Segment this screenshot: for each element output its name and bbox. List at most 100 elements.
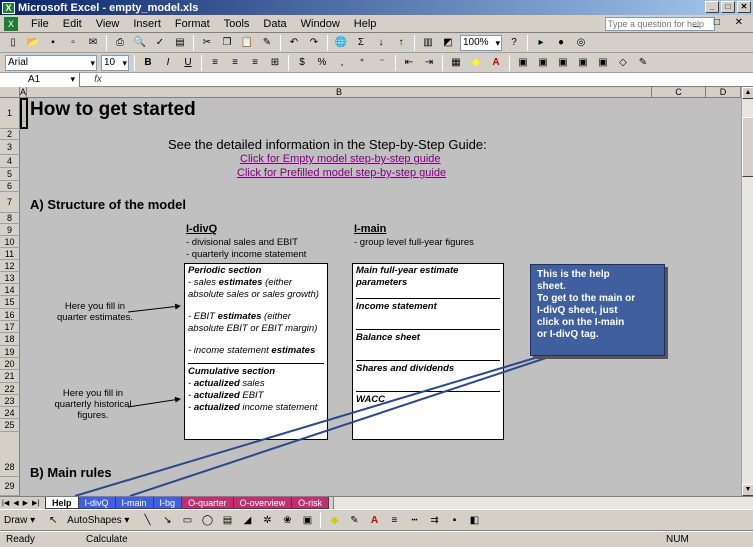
horizontal-scrollbar[interactable] (333, 497, 753, 509)
toolbar-extra-4-icon[interactable]: ▣ (575, 55, 591, 71)
clipart-icon[interactable]: ❀ (279, 512, 295, 528)
name-box[interactable]: A1 (0, 72, 80, 87)
picture-icon[interactable]: ▣ (299, 512, 315, 528)
sort-desc-icon[interactable]: ↑ (393, 35, 409, 51)
toolbar-extra-3-icon[interactable]: ▣ (555, 55, 571, 71)
menu-file[interactable]: File (24, 18, 56, 30)
decrease-decimal-icon[interactable]: ⁻ (374, 55, 390, 71)
save-icon[interactable]: ▪ (45, 35, 61, 51)
line-color-icon[interactable]: ✎ (346, 512, 362, 528)
spelling-icon[interactable]: ✓ (152, 35, 168, 51)
oval-icon[interactable]: ◯ (199, 512, 215, 528)
minimize-button[interactable]: _ (705, 1, 719, 13)
dash-style-icon[interactable]: ┅ (406, 512, 422, 528)
arrow-icon[interactable]: ▸ (533, 35, 549, 51)
italic-button[interactable]: I (160, 55, 176, 71)
sort-asc-icon[interactable]: ↓ (373, 35, 389, 51)
vertical-scrollbar[interactable]: ▲ ▼ (741, 87, 753, 496)
font-size-select[interactable]: 10 (101, 54, 129, 71)
workbook-icon[interactable]: X (4, 16, 18, 31)
macro-icon[interactable]: ◎ (573, 35, 589, 51)
font-select[interactable]: Arial (5, 54, 97, 71)
comma-icon[interactable]: , (334, 55, 350, 71)
first-sheet-icon[interactable]: |◀ (2, 499, 9, 507)
align-right-icon[interactable]: ≡ (247, 55, 263, 71)
menu-format[interactable]: Format (168, 18, 217, 30)
diagram-icon[interactable]: ✲ (259, 512, 275, 528)
toolbar-extra-1-icon[interactable]: ▣ (515, 55, 531, 71)
drawing-icon[interactable]: ◩ (440, 35, 456, 51)
new-icon[interactable]: ▯ (5, 35, 21, 51)
draw-menu[interactable]: Draw ▾ (4, 515, 35, 526)
toolbar-extra-5-icon[interactable]: ▣ (595, 55, 611, 71)
merge-center-icon[interactable]: ⊞ (267, 55, 283, 71)
arrow-style-icon[interactable]: ⇉ (426, 512, 442, 528)
scroll-up-icon[interactable]: ▲ (742, 87, 753, 99)
wordart-icon[interactable]: ◢ (239, 512, 255, 528)
undo-icon[interactable]: ↶ (286, 35, 302, 51)
currency-icon[interactable]: $ (294, 55, 310, 71)
tab-i-bg[interactable]: I-bg (152, 497, 183, 509)
line-icon[interactable]: ╲ (139, 512, 155, 528)
tab-o-overview[interactable]: O-overview (232, 497, 293, 509)
menu-help[interactable]: Help (347, 18, 384, 30)
align-left-icon[interactable]: ≡ (207, 55, 223, 71)
copy-icon[interactable]: ❐ (219, 35, 235, 51)
menu-tools[interactable]: Tools (217, 18, 257, 30)
print-icon[interactable]: ⎙ (112, 35, 128, 51)
tab-i-divq[interactable]: I-divQ (77, 497, 116, 509)
percent-icon[interactable]: % (314, 55, 330, 71)
help-icon[interactable]: ? (506, 35, 522, 51)
preview-icon[interactable]: 🔍 (132, 35, 148, 51)
fill-bucket-icon[interactable]: ◆ (326, 512, 342, 528)
dot-icon[interactable]: ● (553, 35, 569, 51)
toolbar-extra-2-icon[interactable]: ▣ (535, 55, 551, 71)
toolbar-extra-6-icon[interactable]: ◇ (615, 55, 631, 71)
increase-decimal-icon[interactable]: ⁺ (354, 55, 370, 71)
toolbar-extra-7-icon[interactable]: ✎ (635, 55, 651, 71)
menu-data[interactable]: Data (256, 18, 293, 30)
open-icon[interactable]: 📂 (25, 35, 41, 51)
autoshapes-menu[interactable]: AutoShapes ▾ (67, 515, 129, 526)
redo-icon[interactable]: ↷ (306, 35, 322, 51)
tab-i-main[interactable]: I-main (114, 497, 154, 509)
menu-edit[interactable]: Edit (56, 18, 89, 30)
close-button[interactable]: ✕ (737, 1, 751, 13)
next-sheet-icon[interactable]: ▶ (23, 499, 28, 507)
research-icon[interactable]: ▤ (172, 35, 188, 51)
borders-icon[interactable]: ▦ (448, 55, 464, 71)
email-icon[interactable]: ✉ (85, 35, 101, 51)
shadow-icon[interactable]: ▪ (446, 512, 462, 528)
tab-o-quarter[interactable]: O-quarter (181, 497, 234, 509)
prev-sheet-icon[interactable]: ◀ (13, 499, 18, 507)
last-sheet-icon[interactable]: ▶| (32, 499, 39, 507)
permission-icon[interactable]: ▫ (65, 35, 81, 51)
rectangle-icon[interactable]: ▭ (179, 512, 195, 528)
draw-font-color-icon[interactable]: A (366, 512, 382, 528)
font-color-icon[interactable]: A (488, 55, 504, 71)
scroll-thumb[interactable] (742, 117, 753, 177)
line-style-icon[interactable]: ≡ (386, 512, 402, 528)
paste-icon[interactable]: 📋 (239, 35, 255, 51)
fill-color-icon[interactable]: ◆ (468, 55, 484, 71)
cut-icon[interactable]: ✂ (199, 35, 215, 51)
menu-view[interactable]: View (89, 18, 127, 30)
menu-window[interactable]: Window (294, 18, 347, 30)
mdi-buttons[interactable]: _ □ ✕ (693, 17, 749, 28)
autosum-icon[interactable]: Σ (353, 35, 369, 51)
menu-insert[interactable]: Insert (126, 18, 168, 30)
underline-button[interactable]: U (180, 55, 196, 71)
arrow-tool-icon[interactable]: ↘ (159, 512, 175, 528)
chart-icon[interactable]: ▥ (420, 35, 436, 51)
scroll-down-icon[interactable]: ▼ (742, 484, 753, 496)
format-painter-icon[interactable]: ✎ (259, 35, 275, 51)
decrease-indent-icon[interactable]: ⇤ (401, 55, 417, 71)
hyperlink-icon[interactable]: 🌐 (333, 35, 349, 51)
zoom-select[interactable]: 100% (460, 34, 502, 51)
bold-button[interactable]: B (140, 55, 156, 71)
fx-icon[interactable]: fx (80, 74, 116, 85)
increase-indent-icon[interactable]: ⇥ (421, 55, 437, 71)
maximize-button[interactable]: □ (721, 1, 735, 13)
textbox-icon[interactable]: ▤ (219, 512, 235, 528)
align-center-icon[interactable]: ≡ (227, 55, 243, 71)
